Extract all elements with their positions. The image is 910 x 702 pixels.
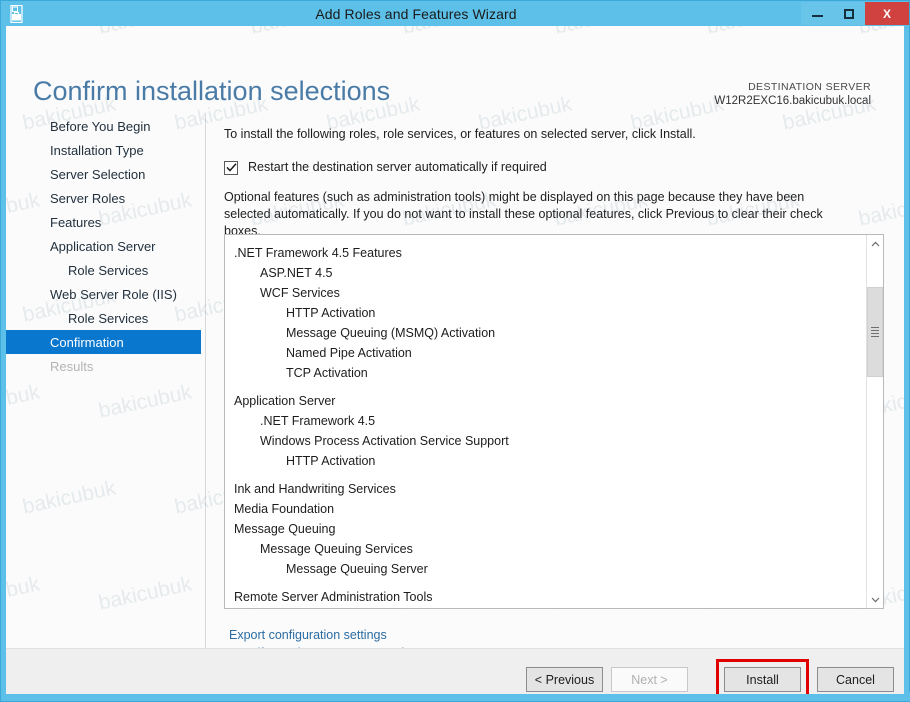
sidebar-divider [205, 114, 206, 674]
intro-text: To install the following roles, role ser… [224, 127, 696, 141]
previous-button[interactable]: < Previous [526, 667, 603, 692]
optional-features-note: Optional features (such as administratio… [224, 189, 823, 239]
list-item: Message Queuing (MSMQ) Activation [286, 326, 496, 340]
maximize-icon [844, 8, 854, 19]
sidebar-item-confirmation[interactable]: Confirmation [6, 330, 201, 354]
list-item: .NET Framework 4.5 Features [234, 246, 402, 260]
scrollbar-thumb[interactable] [867, 287, 883, 377]
list-item: WCF Services [260, 286, 340, 300]
list-item: Message Queuing [234, 522, 336, 536]
page-header: Confirm installation selections DESTINAT… [6, 26, 904, 112]
close-button[interactable]: X [865, 2, 909, 25]
destination-server-block: DESTINATION SERVER W12R2EXC16.bakicubuk.… [714, 81, 871, 107]
list-item: ASP.NET 4.5 [260, 266, 333, 280]
destination-server-label: DESTINATION SERVER [748, 81, 871, 93]
list-scrollbar[interactable] [866, 235, 883, 608]
cancel-button[interactable]: Cancel [817, 667, 894, 692]
sidebar-item-results: Results [50, 358, 94, 374]
list-item: Ink and Handwriting Services [234, 482, 396, 496]
list-item: Windows Process Activation Service Suppo… [260, 434, 509, 448]
list-item: Application Server [234, 394, 336, 408]
next-button: Next > [611, 667, 688, 692]
sidebar-item-server-roles[interactable]: Server Roles [6, 186, 201, 210]
page-title: Confirm installation selections [33, 76, 391, 106]
minimize-button[interactable] [801, 2, 833, 25]
sidebar-item-web-server-role-iis[interactable]: Web Server Role (IIS) [6, 282, 201, 306]
list-item: HTTP Activation [286, 306, 376, 320]
selection-list: .NET Framework 4.5 Features ASP.NET 4.5 WC… [225, 235, 866, 608]
sidebar-item-before-you-begin[interactable]: Before You Begin [6, 114, 201, 138]
list-item: Media Foundation [234, 502, 335, 516]
chevron-down-icon [871, 597, 879, 602]
sidebar-item-features[interactable]: Features [6, 210, 201, 234]
install-highlight-box: Install [716, 659, 809, 694]
wizard-footer: < Previous Next > Install Cancel [6, 648, 904, 694]
title-bar: Add Roles and Features Wizard X [1, 1, 909, 26]
sidebar-item-installation-type[interactable]: Installation Type [6, 138, 201, 162]
window-controls: X [801, 1, 909, 26]
scroll-up-button[interactable] [867, 235, 883, 252]
wizard-window: Add Roles and Features Wizard X bakicubu… [0, 0, 910, 702]
destination-server-name: W12R2EXC16.bakicubuk.local [714, 95, 871, 107]
wizard-page: bakicubuk bakicubuk bakicubuk bakicubuk baki… [6, 26, 904, 694]
scrollbar-grip-icon [871, 325, 879, 339]
footer-buttons: < Previous Next > Install Cancel [526, 659, 894, 694]
restart-checkbox-row[interactable]: Restart the destination server automatic… [224, 160, 884, 175]
sidebar-item-role-services[interactable]: Role Services [6, 306, 201, 330]
wizard-steps-sidebar: Before You Begin Installation Type Server … [6, 114, 201, 674]
list-item: Named Pipe Activation [286, 346, 412, 360]
list-item: HTTP Activation [286, 454, 376, 468]
list-item: Message Queuing Services [260, 542, 413, 556]
chevron-up-icon [871, 241, 879, 246]
sidebar-item-server-selection[interactable]: Server Selection [6, 162, 201, 186]
link-export-configuration-settings[interactable]: Export configuration settings [229, 626, 408, 644]
restart-checkbox-label: Restart the destination server automatic… [248, 159, 547, 174]
sidebar-item-application-server[interactable]: Application Server [6, 234, 201, 258]
list-item: TCP Activation [286, 366, 368, 380]
restart-checkbox[interactable] [224, 160, 238, 175]
scrollbar-track[interactable] [867, 252, 883, 591]
minimize-icon [811, 15, 823, 17]
maximize-button[interactable] [833, 2, 865, 25]
server-manager-icon [1, 1, 31, 26]
list-item: Message Queuing Server [286, 562, 428, 576]
sidebar-item-role-services[interactable]: Role Services [6, 258, 201, 282]
selection-list-box: .NET Framework 4.5 Features ASP.NET 4.5 WC… [224, 234, 884, 609]
window-title: Add Roles and Features Wizard [315, 5, 517, 22]
list-item: Remote Server Administration Tools [234, 590, 433, 604]
install-button[interactable]: Install [724, 667, 801, 692]
list-item: .NET Framework 4.5 [260, 414, 376, 428]
checkmark-icon [225, 163, 237, 172]
scroll-down-button[interactable] [867, 591, 883, 608]
main-content: To install the following roles, role ser… [224, 126, 884, 240]
